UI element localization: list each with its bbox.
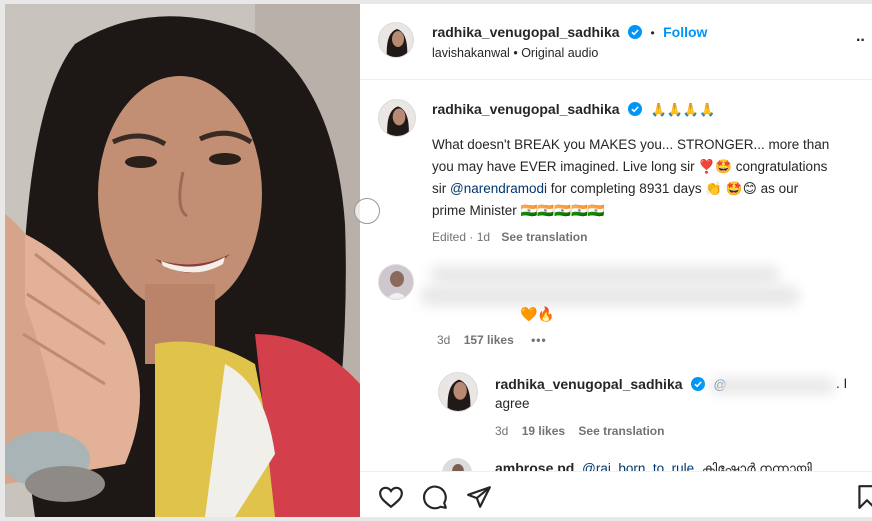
reply-author-avatar[interactable]	[438, 372, 478, 412]
commenter-avatar[interactable]	[378, 264, 414, 300]
audio-username[interactable]: lavishakanwal	[432, 46, 510, 60]
avatar-image	[443, 459, 471, 471]
comment-likes[interactable]: 157 likes	[464, 333, 514, 347]
more-options-icon[interactable]: ··	[856, 32, 866, 50]
reply-text-line-2: agree	[495, 396, 530, 411]
portrait-image	[5, 4, 360, 517]
caption-username[interactable]: radhika_venugopal_sadhika	[432, 101, 620, 117]
verified-badge-icon	[690, 377, 705, 391]
verified-badge-icon	[627, 102, 642, 116]
post-media[interactable]	[5, 4, 360, 517]
comment-time: 3d	[437, 333, 451, 347]
edited-label: Edited	[432, 230, 467, 244]
redacted-comment-line	[430, 266, 780, 284]
caption-line-2: you may have EVER imagined. Live long si…	[432, 159, 828, 174]
share-icon[interactable]	[466, 484, 492, 515]
follow-button[interactable]: Follow	[663, 24, 707, 40]
reply-meta: 3d 19 likes See translation	[495, 424, 664, 438]
reply-2-mention[interactable]: @raj_born_to_rule	[582, 461, 694, 471]
post-side-panel: radhika_venugopal_sadhika • Follow lavis…	[360, 4, 872, 517]
redacted-mention	[710, 378, 835, 394]
reply-see-translation[interactable]: See translation	[578, 424, 664, 438]
caption-line-1: What doesn't BREAK you MAKES you... STRO…	[432, 137, 830, 152]
caption: radhika_venugopal_sadhika 🙏🙏🙏🙏 What does…	[432, 99, 864, 244]
reply-text-end: . I	[836, 376, 848, 391]
reply-2-username[interactable]: ambrose.pd	[495, 460, 574, 471]
reply-likes[interactable]: 19 likes	[522, 424, 565, 438]
reply-2-text: കിഷോർ നന്നായി	[701, 461, 812, 471]
comment-emoji: 🧡🔥	[520, 306, 555, 322]
post-header: radhika_venugopal_sadhika • Follow lavis…	[360, 4, 872, 80]
reply-text: radhika_venugopal_sadhika @	[495, 376, 727, 394]
redacted-comment-line	[420, 286, 800, 306]
see-translation-link[interactable]: See translation	[501, 230, 587, 244]
bookmark-icon[interactable]	[854, 484, 872, 515]
cursor-indicator	[354, 198, 380, 224]
reply-time: 3d	[495, 424, 509, 438]
caption-author-avatar[interactable]	[378, 99, 416, 137]
header-separator: •	[650, 26, 655, 40]
avatar-image	[379, 100, 415, 136]
author-username[interactable]: radhika_venugopal_sadhika	[432, 24, 620, 40]
caption-emoji: 🙏🙏🙏🙏	[650, 102, 716, 117]
caption-line-3: sir @narendramodi for completing 8931 da…	[432, 181, 799, 196]
post-dialog: radhika_venugopal_sadhika • Follow lavis…	[5, 4, 872, 517]
reply-2-avatar[interactable]	[442, 458, 472, 471]
reply-2-clip: ambrose.pd @raj_born_to_rule കിഷോർ നന്നാ…	[360, 454, 872, 471]
avatar-image	[439, 373, 477, 411]
comment-more-icon[interactable]: •••	[531, 333, 547, 347]
reply-username[interactable]: radhika_venugopal_sadhika	[495, 376, 683, 392]
caption-line-4: prime Minister 🇮🇳🇮🇳🇮🇳🇮🇳🇮🇳	[432, 203, 605, 218]
audio-label[interactable]: Original audio	[521, 46, 598, 60]
heart-icon[interactable]	[378, 484, 404, 515]
avatar-image	[379, 23, 413, 57]
comment-meta: 3d 157 likes •••	[437, 333, 547, 347]
author-avatar[interactable]	[378, 22, 414, 58]
comment-icon[interactable]	[422, 484, 448, 515]
mention-link[interactable]: @narendramodi	[450, 181, 547, 196]
avatar-image	[379, 265, 413, 299]
verified-badge-icon	[627, 25, 642, 39]
caption-time: 1d	[476, 230, 491, 244]
post-actions-bar	[360, 471, 872, 517]
audio-separator: •	[513, 46, 518, 60]
